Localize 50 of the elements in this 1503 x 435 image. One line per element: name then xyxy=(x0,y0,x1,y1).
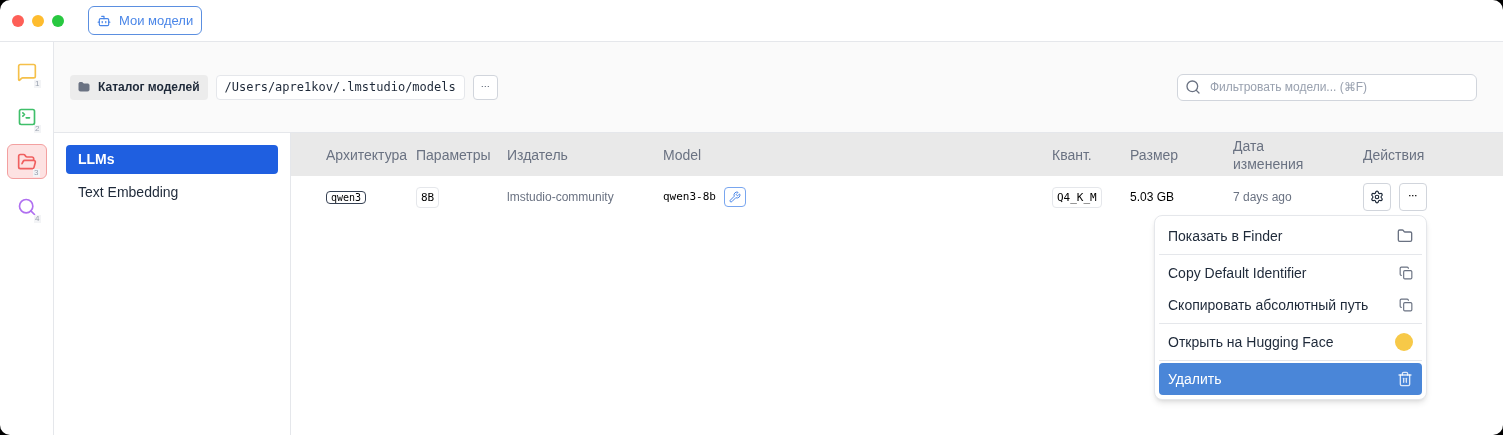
more-button[interactable]: ··· xyxy=(1399,183,1427,211)
column-header: Квант. xyxy=(1052,145,1093,164)
column-header: Параметры xyxy=(416,145,492,164)
category-item[interactable]: Text Embedding xyxy=(66,178,278,207)
more-button[interactable]: ··· xyxy=(472,74,498,100)
quant-tag: Q4_K_M xyxy=(1052,186,1102,208)
terminal-icon xyxy=(16,106,37,127)
column-header: Действия xyxy=(1363,145,1426,164)
column-header: Дата изменения xyxy=(1233,136,1305,173)
architecture-tag: qwen3 xyxy=(326,191,367,204)
search-icon xyxy=(1185,78,1201,95)
gear-icon xyxy=(1370,190,1384,204)
wrench-icon xyxy=(729,191,741,203)
menu-item[interactable]: Открыть на Hugging Face xyxy=(1159,326,1422,358)
copy-icon xyxy=(1399,266,1413,280)
column-header: Архитектура xyxy=(326,145,409,164)
folder-icon xyxy=(1397,228,1413,244)
shortcut-number: 2 xyxy=(34,125,41,133)
menu-item[interactable]: Удалить xyxy=(1159,363,1422,395)
shortcut-number: 3 xyxy=(33,169,40,177)
settings-button[interactable] xyxy=(1363,183,1391,211)
catalog-label: Каталог моделей xyxy=(70,74,208,100)
column-header: Издатель xyxy=(507,145,569,164)
params-tag: 8B xyxy=(416,186,440,208)
column-header: Размер xyxy=(1130,145,1180,164)
size-cell-text: 5.03 GB xyxy=(1130,189,1176,206)
shortcut-number: 4 xyxy=(34,215,41,223)
shortcut-number: 1 xyxy=(34,80,41,88)
column-header: Model xyxy=(663,145,703,164)
category-item[interactable]: LLMs xyxy=(66,145,278,174)
date-cell-text: 7 days ago xyxy=(1233,189,1293,206)
trash-icon xyxy=(1397,371,1413,387)
filter-field[interactable]: Фильтровать модели... (⌘F) xyxy=(1177,73,1477,101)
folder-icon xyxy=(78,81,90,93)
model-cell-text: qwen3-8b xyxy=(663,188,716,205)
close-button[interactable] xyxy=(12,14,24,27)
robot-icon xyxy=(97,13,111,28)
emoji-icon xyxy=(1395,333,1413,351)
menu-item[interactable]: Copy Default Identifier xyxy=(1159,257,1422,289)
path-field[interactable]: /Users/apre1kov/.lmstudio/models xyxy=(215,74,465,100)
search-icon xyxy=(16,196,37,217)
my-models-tab[interactable]: Мои модели xyxy=(88,6,203,35)
copy-icon xyxy=(1399,298,1413,312)
chat-icon xyxy=(16,61,37,82)
menu-item[interactable]: Показать в Finder xyxy=(1159,220,1422,252)
publisher-cell-text: lmstudio-community xyxy=(507,189,615,206)
folder-icon xyxy=(16,151,37,172)
maximize-button[interactable] xyxy=(52,14,64,27)
menu-item[interactable]: Скопировать абсолютный путь xyxy=(1159,289,1422,321)
minimize-button[interactable] xyxy=(32,14,44,27)
